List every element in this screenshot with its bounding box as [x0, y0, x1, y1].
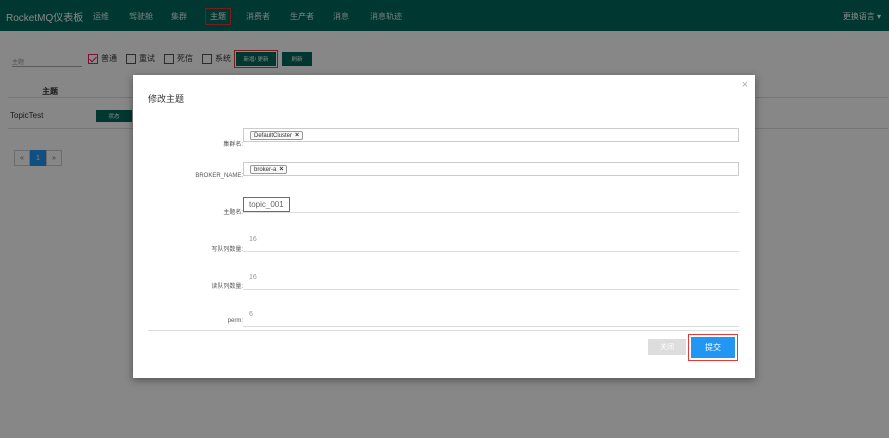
write-queue-label: 写队列数量: — [211, 247, 243, 253]
cluster-select[interactable]: DefaultCluster × — [243, 128, 739, 142]
cluster-tag: DefaultCluster × — [250, 131, 304, 140]
broker-label: BROKER_NAME: — [195, 173, 243, 179]
broker-select[interactable]: broker-a × — [243, 162, 739, 176]
read-queue-label: 读队列数量: — [211, 284, 243, 290]
remove-broker-icon[interactable]: × — [279, 166, 283, 173]
broker-tag-label: broker-a — [254, 166, 277, 173]
close-icon[interactable]: × — [742, 79, 748, 91]
topic-name-input[interactable]: topic_001 — [243, 197, 739, 213]
perm-label: perm: — [227, 318, 243, 324]
write-queue-input[interactable]: 16 — [243, 236, 739, 252]
remove-cluster-icon[interactable]: × — [295, 132, 299, 139]
broker-tag: broker-a × — [250, 165, 288, 174]
submit-button[interactable]: 提交 — [688, 334, 738, 361]
edit-topic-modal: 修改主题 × 集群名: DefaultCluster × BROKER_NAME… — [133, 75, 755, 378]
topic-name-label: 主题名: — [223, 210, 243, 216]
cluster-label: 集群名: — [223, 142, 243, 148]
modal-footer-divider — [148, 330, 740, 331]
topic-name-value: topic_001 — [243, 197, 290, 212]
read-queue-input[interactable]: 16 — [243, 274, 739, 290]
close-button[interactable]: 关闭 — [648, 339, 686, 355]
cluster-tag-label: DefaultCluster — [254, 132, 293, 139]
modal-title: 修改主题 — [148, 94, 185, 104]
perm-input[interactable]: 6 — [243, 311, 739, 327]
